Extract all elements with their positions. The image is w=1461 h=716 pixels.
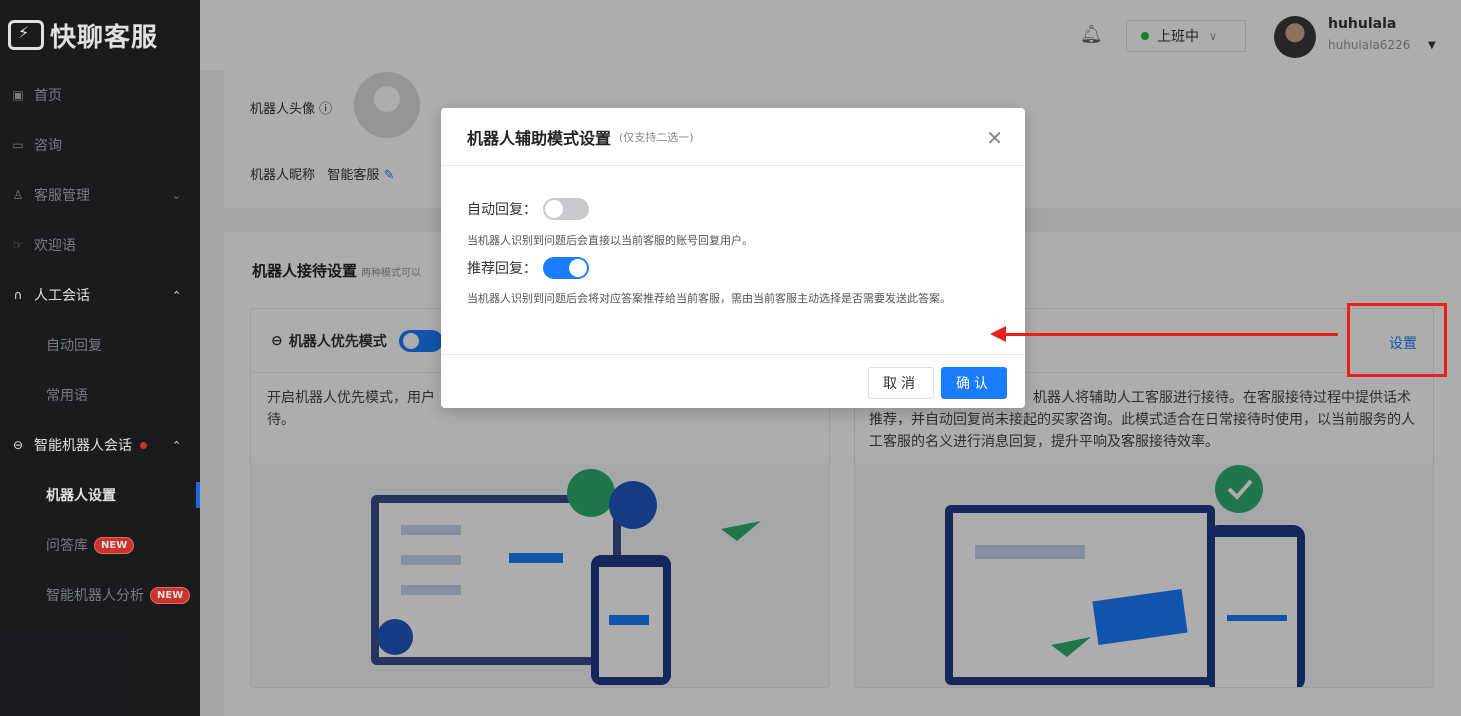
auto-reply-toggle[interactable]: [543, 198, 589, 220]
cancel-button[interactable]: 取消: [868, 367, 934, 399]
annotation-highlight-box: [1347, 303, 1447, 377]
recommend-reply-label: 推荐回复：: [467, 261, 537, 277]
recommend-reply-option: 推荐回复：: [467, 257, 589, 279]
modal-footer: 取消 确认: [441, 354, 1025, 408]
recommend-reply-desc: 当机器人识别到问题后会将对应答案推荐给当前客服，需由当前客服主动选择是否需要发送…: [467, 292, 951, 305]
close-icon[interactable]: ✕: [986, 126, 1003, 150]
assist-mode-modal: 机器人辅助模式设置 (仅支持二选一) ✕ 自动回复： 当机器人识别到问题后会直接…: [441, 108, 1025, 408]
confirm-button[interactable]: 确认: [941, 367, 1007, 399]
modal-subtitle: (仅支持二选一): [619, 130, 694, 144]
modal-title: 机器人辅助模式设置: [467, 128, 612, 148]
recommend-reply-toggle[interactable]: [543, 257, 589, 279]
auto-reply-option: 自动回复：: [467, 198, 589, 220]
annotation-arrow-head: [990, 326, 1006, 342]
auto-reply-desc: 当机器人识别到问题后会直接以当前客服的账号回复用户。: [467, 234, 753, 247]
sidebar-mask: [0, 0, 200, 716]
annotation-arrow-line: [1004, 333, 1338, 336]
auto-reply-label: 自动回复：: [467, 202, 537, 218]
